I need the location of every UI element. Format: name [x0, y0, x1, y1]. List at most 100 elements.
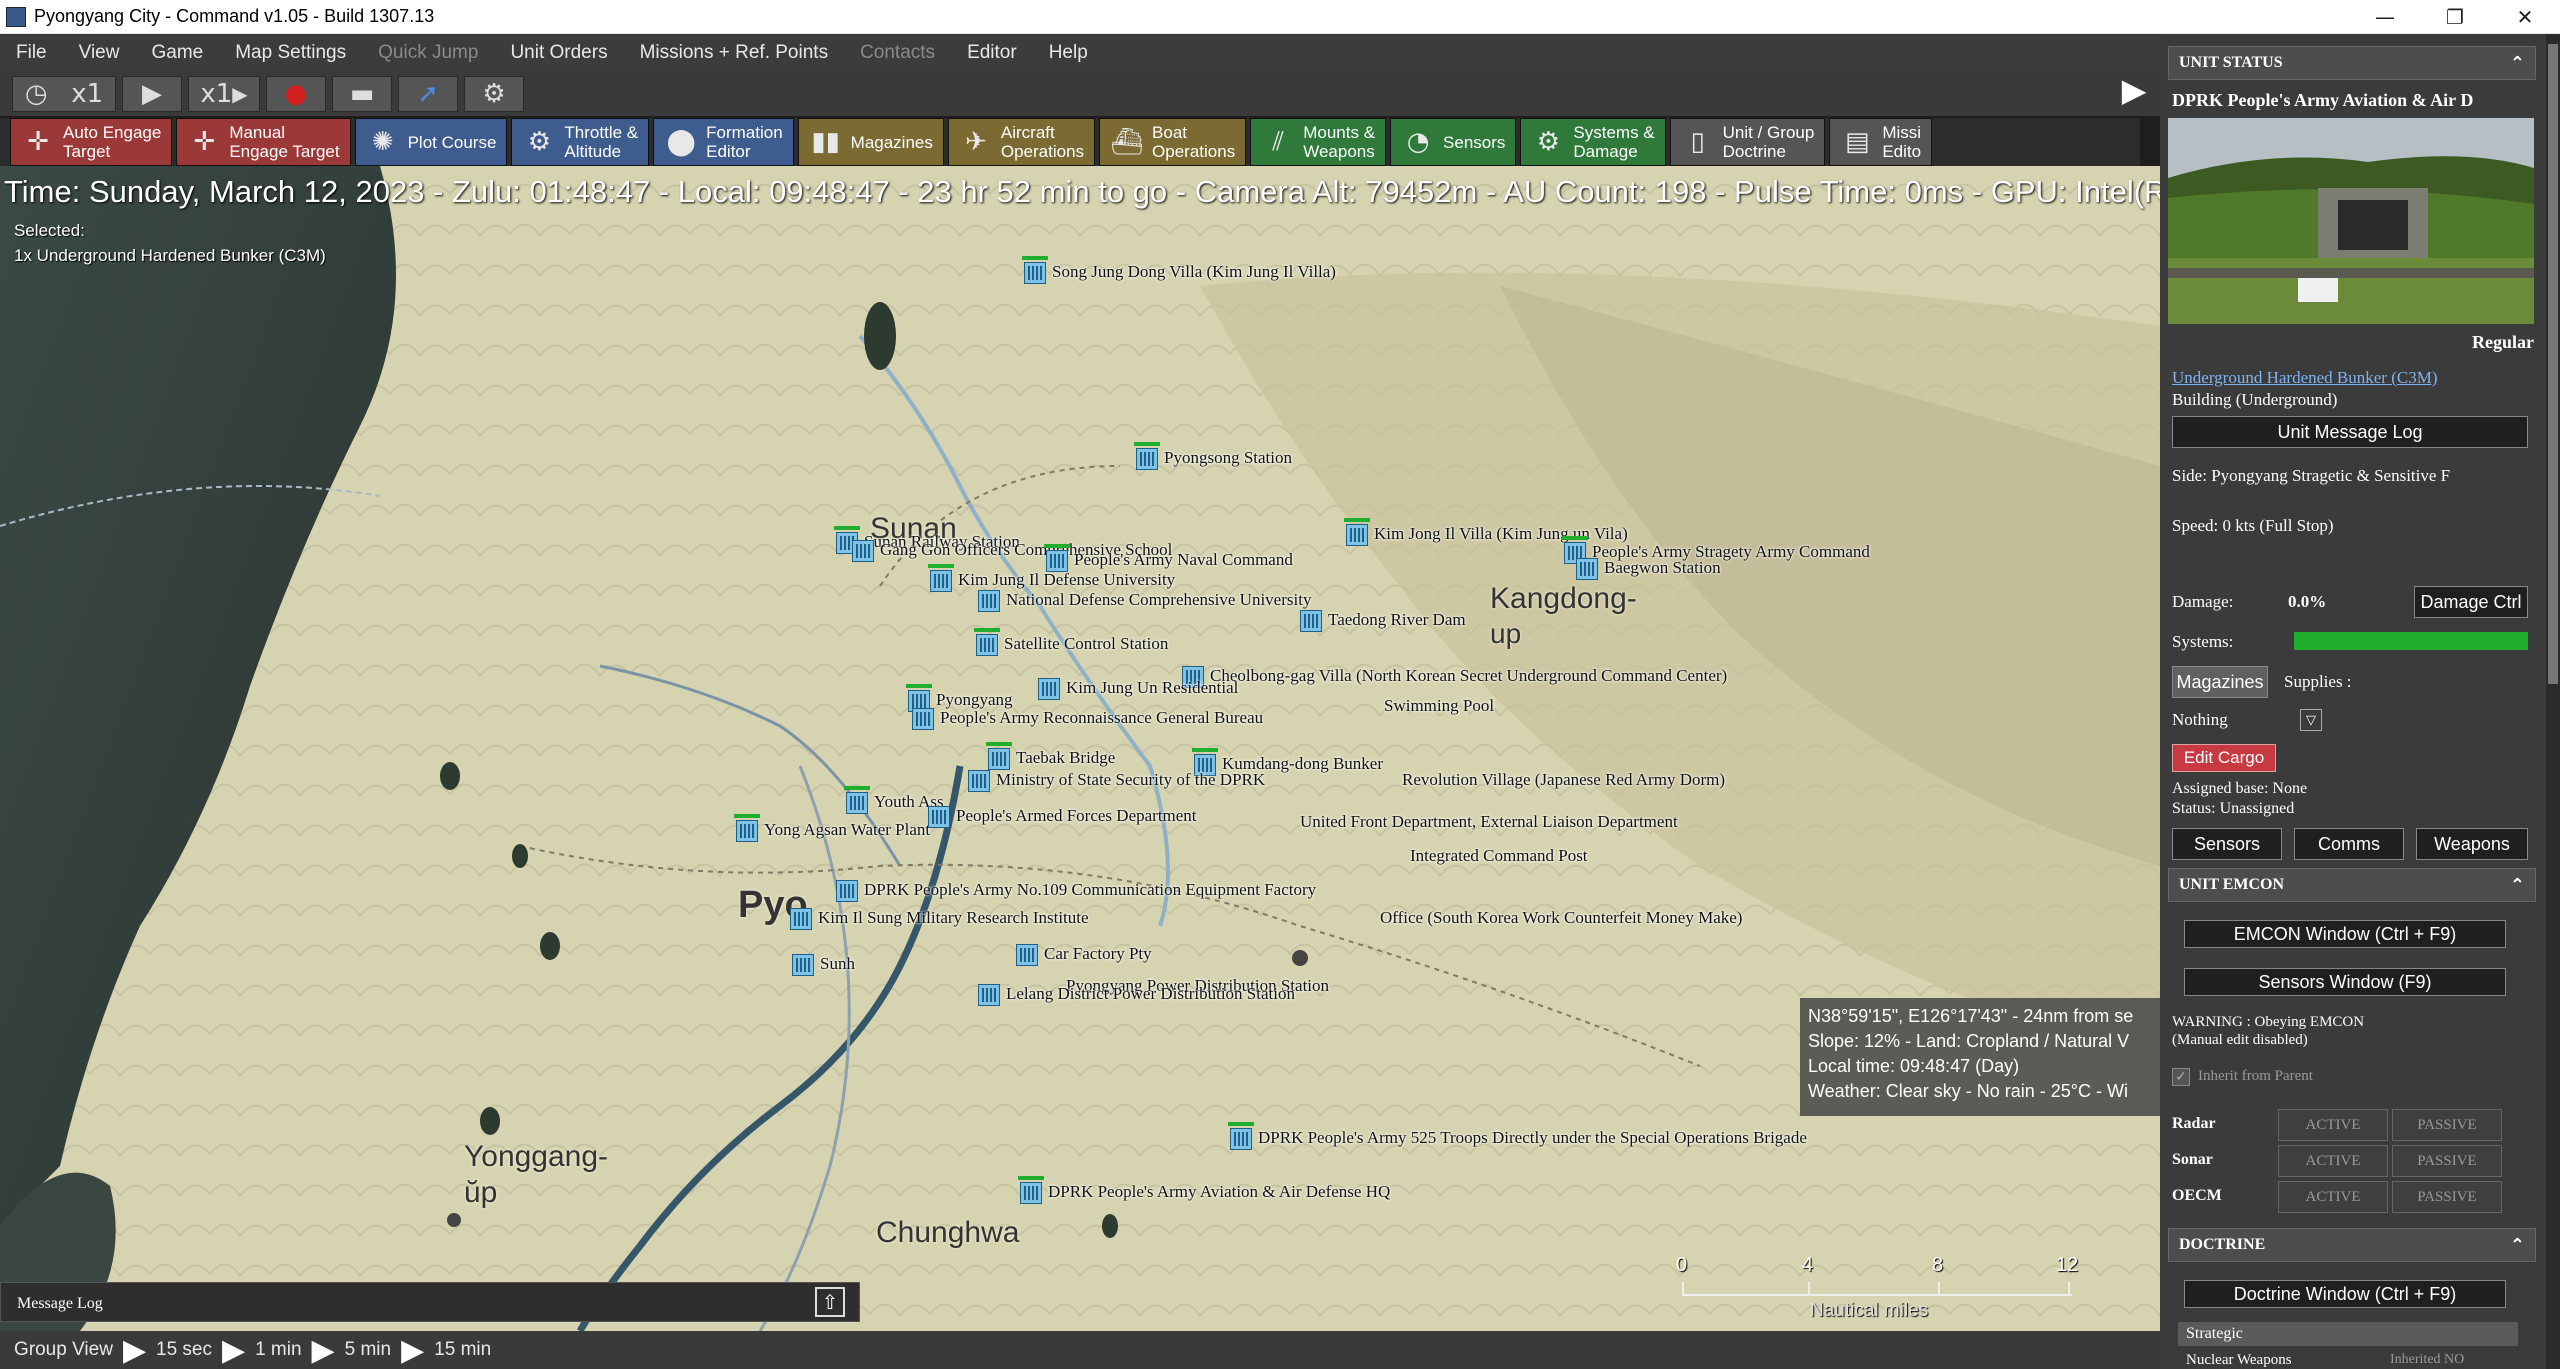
close-button[interactable]: ✕: [2490, 0, 2560, 34]
command-app: Pyongyang City - Command v1.05 - Build 1…: [0, 0, 2560, 1369]
throttle-icon: ⚙: [527, 126, 552, 157]
radar-active-button[interactable]: ACTIVE: [2278, 1109, 2388, 1141]
throttle-altitude-button[interactable]: ⚙ Throttle & Altitude: [511, 118, 650, 166]
step-button[interactable]: x1 ▶: [188, 76, 260, 112]
mounts-weapons-button[interactable]: ⫽ Mounts & Weapons: [1250, 118, 1387, 166]
sensor-icon: ◔: [1406, 126, 1430, 157]
doctrine-header[interactable]: DOCTRINE ⌃: [2168, 1228, 2536, 1262]
restore-button[interactable]: ❐: [2420, 0, 2490, 34]
carrier-icon: ▬: [349, 79, 375, 109]
boat-operations-button[interactable]: ⛴ Boat Operations: [1099, 118, 1247, 166]
place-label: Yonggang-: [464, 1140, 609, 1173]
toolbar-label: Plot Course: [407, 132, 497, 152]
step-15sec[interactable]: 15 sec: [156, 1339, 212, 1361]
plot-course-button[interactable]: ✺ Plot Course: [354, 118, 508, 166]
sonar-passive-button[interactable]: PASSIVE: [2392, 1145, 2502, 1177]
proficiency: Regular: [2472, 332, 2534, 352]
unit-status-header[interactable]: UNIT STATUS ⌃: [2168, 46, 2536, 80]
scale-tick: 8: [1932, 1254, 1944, 1276]
message-log-bar[interactable]: Message Log ⇧: [0, 1282, 860, 1322]
inherit-label: Inherit from Parent: [2198, 1068, 2313, 1084]
oecm-active-button[interactable]: ACTIVE: [2278, 1181, 2388, 1213]
menu-game[interactable]: Game: [135, 42, 219, 64]
manual-engage-button[interactable]: ✛ Manual Engage Target: [176, 118, 351, 166]
record-button[interactable]: ●: [266, 76, 326, 112]
tactical-map[interactable]: Sunan Kangdong- up Yonggang- ŭp Chunghwa…: [0, 166, 2160, 1331]
emcon-row-oecm: OECM ACTIVE PASSIVE: [2172, 1180, 2536, 1214]
aircraft-operations-button[interactable]: ✈ Aircraft Operations: [947, 118, 1096, 166]
auto-engage-button[interactable]: ✛ Auto Engage Target: [10, 118, 173, 166]
place-label: Kangdong-: [1490, 582, 1637, 615]
scroll-thumb[interactable]: [2548, 44, 2558, 684]
panel-toggle-button[interactable]: ▶: [2116, 68, 2152, 112]
menu-help[interactable]: Help: [1033, 42, 1104, 64]
menu-file[interactable]: File: [0, 42, 63, 64]
doctrine-button[interactable]: ▯ Unit / Group Doctrine: [1669, 118, 1826, 166]
radar-passive-button[interactable]: PASSIVE: [2392, 1109, 2502, 1141]
unit-message-log-button[interactable]: Unit Message Log: [2172, 416, 2528, 448]
sensors-window-button[interactable]: Sensors Window (F9): [2184, 968, 2506, 996]
toolbar-label: Sensors: [1443, 132, 1506, 152]
play-button[interactable]: ▶: [122, 76, 182, 112]
unit-class-link[interactable]: Underground Hardened Bunker (C3M): [2172, 368, 2437, 388]
menu-unit-orders[interactable]: Unit Orders: [494, 42, 623, 64]
damage-ctrl-button[interactable]: Damage Ctrl: [2414, 586, 2528, 618]
building-icon: [846, 792, 868, 814]
formation-editor-button[interactable]: ⬤ Formation Editor: [653, 118, 794, 166]
menu-map-settings[interactable]: Map Settings: [219, 42, 362, 64]
inherit-checkbox[interactable]: ✓: [2172, 1068, 2190, 1086]
minimize-button[interactable]: —: [2350, 0, 2420, 34]
step-1min[interactable]: 1 min: [255, 1339, 301, 1361]
menu-missions[interactable]: Missions + Ref. Points: [624, 42, 845, 64]
nuclear-state: Inherited NO: [2390, 1352, 2465, 1367]
assigned-base: Assigned base: None: [2172, 780, 2308, 797]
play-icon[interactable]: ▶: [222, 1333, 245, 1368]
collapse-icon[interactable]: ⌃: [2510, 875, 2525, 896]
play-icon[interactable]: ▶: [123, 1333, 146, 1368]
comms-panel-button[interactable]: Comms: [2294, 828, 2404, 860]
menu-quick-jump[interactable]: Quick Jump: [362, 42, 494, 64]
record-icon: ●: [284, 79, 308, 109]
oecm-passive-button[interactable]: PASSIVE: [2392, 1181, 2502, 1213]
formation-view-button[interactable]: ▬: [332, 76, 392, 112]
window-title: Pyongyang City - Command v1.05 - Build 1…: [34, 6, 435, 26]
step-15min[interactable]: 15 min: [434, 1339, 491, 1361]
settings-button[interactable]: ⚙: [464, 76, 524, 112]
bottom-bar: Group View ▶ 15 sec ▶ 1 min ▶ 5 min ▶ 15…: [0, 1331, 2160, 1369]
clock-speed-button[interactable]: ◷ x1: [12, 76, 116, 112]
toolbar-label: Systems & Damage: [1573, 123, 1655, 161]
sensors-button[interactable]: ◔ Sensors: [1390, 118, 1517, 166]
panel-scrollbar[interactable]: [2546, 34, 2560, 1369]
edit-cargo-button[interactable]: Edit Cargo: [2172, 744, 2276, 772]
emcon-window-button[interactable]: EMCON Window (Ctrl + F9): [2184, 920, 2506, 948]
building-icon: [928, 806, 950, 828]
scale-tick: 12: [2056, 1254, 2079, 1276]
collapse-icon[interactable]: ⌃: [2510, 1235, 2525, 1256]
expand-icon[interactable]: ⇧: [815, 1287, 845, 1317]
mission-editor-button[interactable]: ▤ Missi Edito: [1829, 118, 1933, 166]
unit-emcon-header[interactable]: UNIT EMCON ⌃: [2168, 868, 2536, 902]
menu-contacts[interactable]: Contacts: [844, 42, 951, 64]
weapons-panel-button[interactable]: Weapons: [2416, 828, 2528, 860]
menu-editor[interactable]: Editor: [951, 42, 1033, 64]
building-icon: [912, 708, 934, 730]
sensors-panel-button[interactable]: Sensors: [2172, 828, 2282, 860]
nuclear-label: Nuclear Weapons: [2186, 1352, 2292, 1368]
selected-info: Selected: 1x Underground Hardened Bunker…: [14, 218, 326, 268]
play-icon[interactable]: ▶: [312, 1333, 335, 1368]
menu-view[interactable]: View: [63, 42, 136, 64]
play-icon[interactable]: ▶: [401, 1333, 424, 1368]
chevron-down-icon[interactable]: ▽: [2300, 709, 2322, 731]
systems-damage-button[interactable]: ⚙ Systems & Damage: [1520, 118, 1666, 166]
magazines-panel-button[interactable]: Magazines: [2172, 666, 2268, 698]
doctrine-window-button[interactable]: Doctrine Window (Ctrl + F9): [2184, 1280, 2506, 1308]
supplies-label: Supplies :: [2284, 672, 2352, 691]
step-5min[interactable]: 5 min: [345, 1339, 391, 1361]
magazines-button[interactable]: ▮▮ Magazines: [797, 118, 944, 166]
cargo-select[interactable]: Nothing ▽: [2172, 706, 2322, 734]
sonar-active-button[interactable]: ACTIVE: [2278, 1145, 2388, 1177]
collapse-icon[interactable]: ⌃: [2510, 53, 2525, 74]
pointer-button[interactable]: ➚: [398, 76, 458, 112]
group-view-toggle[interactable]: Group View: [14, 1339, 113, 1361]
building-icon: [1038, 678, 1060, 700]
